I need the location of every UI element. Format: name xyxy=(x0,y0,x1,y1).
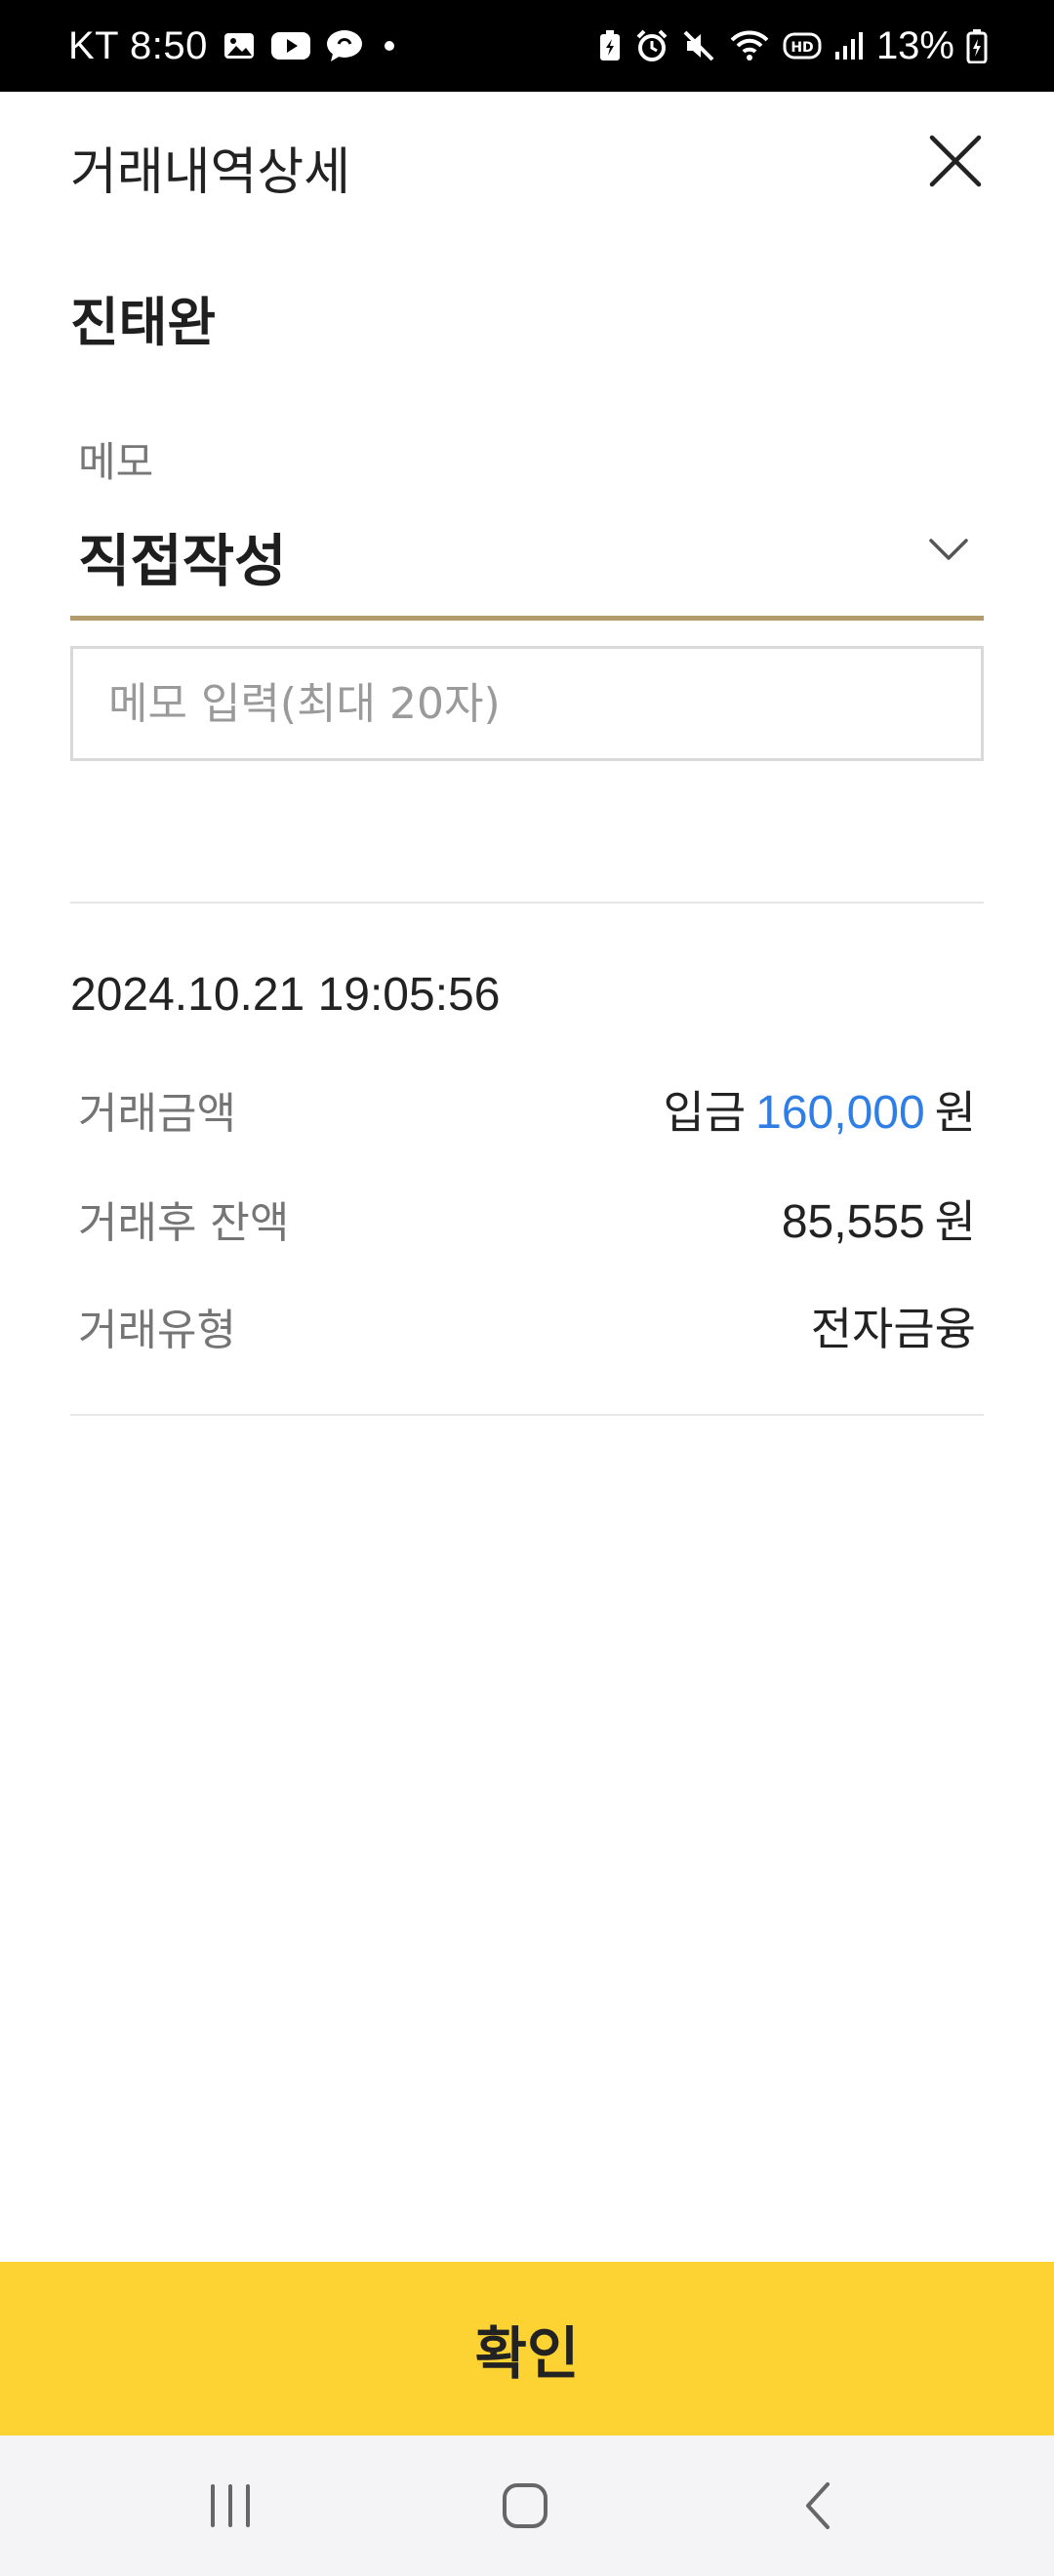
memo-input[interactable] xyxy=(70,646,984,761)
balance-after-value: 85,555 원 xyxy=(782,1187,976,1251)
transaction-datetime: 2024.10.21 19:05:56 xyxy=(70,969,501,1021)
account-holder-name: 진태완 xyxy=(70,292,217,353)
alarm-icon xyxy=(634,28,669,63)
navigation-bar xyxy=(0,2435,1054,2576)
back-icon xyxy=(806,2482,830,2529)
wifi-icon xyxy=(728,28,771,63)
deposit-amount: 160,000 xyxy=(755,1087,925,1139)
mute-icon xyxy=(681,28,716,63)
currency-unit: 원 xyxy=(934,1195,976,1248)
transaction-type-value: 전자금융 xyxy=(810,1303,976,1355)
battery-icon xyxy=(966,28,988,63)
close-icon xyxy=(929,135,982,187)
section-divider xyxy=(70,902,984,904)
chat-icon xyxy=(325,28,364,63)
status-bar-right: HD 13% xyxy=(597,0,988,92)
transaction-amount-value: 입금 160,000 원 xyxy=(664,1077,976,1142)
memo-label: 메모 xyxy=(78,438,154,486)
battery-percent: 13% xyxy=(875,23,954,67)
balance-after-row: 거래후 잔액 85,555 원 xyxy=(78,1185,976,1253)
close-button[interactable] xyxy=(925,131,986,191)
back-button[interactable] xyxy=(781,2467,859,2545)
section-divider xyxy=(70,1414,984,1416)
gallery-icon xyxy=(222,28,257,63)
balance-amount: 85,555 xyxy=(781,1196,925,1248)
balance-after-label: 거래후 잔액 xyxy=(78,1198,290,1248)
dot-icon xyxy=(378,34,401,58)
carrier-time: KT 8:50 xyxy=(68,23,208,67)
transaction-type-row: 거래유형 전자금융 xyxy=(78,1292,976,1360)
signal-icon xyxy=(833,30,865,61)
youtube-icon xyxy=(270,30,311,61)
status-bar-left: KT 8:50 xyxy=(68,0,401,92)
memo-type-dropdown[interactable]: 직접작성 xyxy=(70,496,984,621)
recent-apps-icon xyxy=(211,2484,250,2527)
svg-text:HD: HD xyxy=(790,40,813,56)
currency-unit: 원 xyxy=(934,1086,976,1139)
transaction-amount-row: 거래금액 입금 160,000 원 xyxy=(78,1075,976,1144)
hd-icon: HD xyxy=(783,30,822,61)
confirm-button[interactable]: 확인 xyxy=(0,2262,1054,2435)
home-button[interactable] xyxy=(486,2467,564,2545)
memo-type-selected: 직접작성 xyxy=(78,528,287,594)
transaction-amount-label: 거래금액 xyxy=(78,1089,236,1139)
chevron-down-icon xyxy=(929,539,968,560)
status-bar: KT 8:50 HD 13% xyxy=(0,0,1054,92)
transaction-type-label: 거래유형 xyxy=(78,1306,236,1355)
battery-saver-icon xyxy=(597,29,623,62)
recent-apps-button[interactable] xyxy=(191,2467,269,2545)
deposit-label: 입금 xyxy=(663,1086,747,1139)
page-title: 거래내역상세 xyxy=(70,143,351,202)
header: 거래내역상세 xyxy=(0,92,1054,238)
home-icon xyxy=(503,2483,547,2528)
